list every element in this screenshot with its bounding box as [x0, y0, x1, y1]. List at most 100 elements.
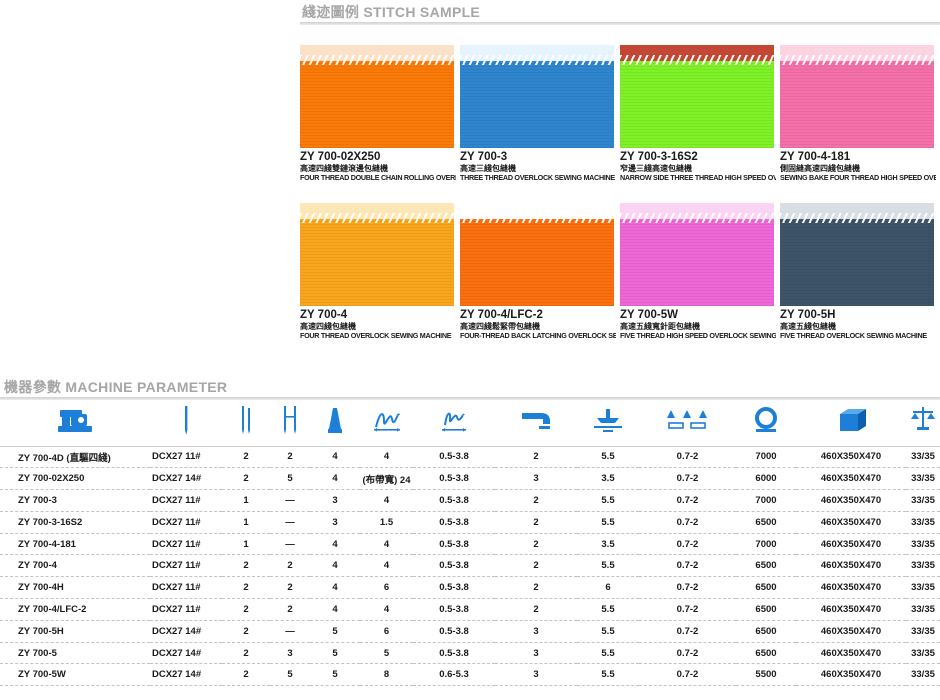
cell-stitch-length: 0.5-3.8: [413, 642, 495, 665]
differential-ratio-icon: [495, 400, 577, 447]
sample-en-label: SEWING BAKE FOUR THREAD HIGH SPEED OVERL…: [780, 174, 936, 182]
cell-model: ZY 700-4: [0, 554, 150, 578]
machine-parameter-section: 機器參數 MACHINE PARAMETER ZY 700-4D (直驅四綫) …: [0, 375, 940, 687]
cell-dimensions: 460X350X470: [796, 576, 906, 600]
cell-max-speed: 7000: [736, 489, 796, 512]
cell-feed-ratio: 0.7-2: [639, 533, 736, 556]
cell-model: ZY 700-4D (直驅四綫): [0, 446, 150, 469]
cell-thread-count: 4: [310, 446, 360, 469]
stitch-sample-card: ZY 700-3 高速三綫包縫機 THREE THREAD OVERLOCK SEW…: [460, 45, 616, 195]
cell-feed-ratio: 0.7-2: [639, 620, 736, 643]
cell-weight: 33/35: [906, 511, 940, 534]
cell-weight: 33/35: [906, 576, 940, 600]
cell-weight: 33/35: [906, 533, 940, 556]
stitch-sample-title: 綫迹圖例 STITCH SAMPLE: [302, 4, 481, 20]
cell-stitch-width: 6: [360, 576, 413, 600]
cell-max-speed: 6500: [736, 598, 796, 621]
cell-max-speed: 6000: [736, 467, 796, 491]
cell-dimensions: 460X350X470: [796, 620, 906, 643]
fabric-swatch-image: [300, 45, 454, 148]
cell-needle-count: 2: [222, 598, 270, 621]
cell-thread-count: 3: [310, 489, 360, 512]
cell-dimensions: 460X350X470: [796, 533, 906, 556]
cell-differential-ratio: 2: [495, 554, 577, 578]
sewing-machine-icon: [0, 400, 150, 447]
cell-needle-distance: 2: [270, 598, 310, 621]
sample-cn-label: 高速四綫鬆緊帶包縫機: [460, 322, 540, 331]
sample-en-label: FOUR-THREAD BACK LATCHING OVERLOCK SEWIN…: [460, 332, 616, 340]
cell-needle-type: DCX27 11#: [150, 511, 222, 534]
cell-needle-type: DCX27 14#: [150, 663, 222, 687]
cell-needle-count: 1: [222, 533, 270, 556]
cell-dimensions: 460X350X470: [796, 446, 906, 469]
cell-max-speed: 5500: [736, 663, 796, 687]
cell-dimensions: 460X350X470: [796, 554, 906, 578]
cell-max-speed: 6500: [736, 554, 796, 578]
cell-weight: 33/35: [906, 642, 940, 665]
parameter-row: ZY 700-5W DCX27 14# 2 5 5 8 0.6-5.3 3 5.5 0.7-2 55…: [0, 663, 940, 687]
cell-differential-ratio: 3: [495, 467, 577, 491]
cell-feed-ratio: 0.7-2: [639, 489, 736, 512]
cell-needle-distance: —: [270, 533, 310, 556]
cell-stitch-length: 0.5-3.8: [413, 576, 495, 600]
cell-differential-ratio: 2: [495, 489, 577, 512]
sample-en-label: THREE THREAD OVERLOCK SEWING MACHINE: [460, 174, 615, 182]
cell-weight: 33/35: [906, 620, 940, 643]
cell-stitch-width: 4: [360, 598, 413, 621]
max-speed-icon: [639, 400, 736, 447]
cell-differential-ratio: 2: [495, 576, 577, 600]
rpm-dial-icon: [736, 400, 796, 447]
fabric-swatch-image: [780, 45, 934, 148]
cell-thread-count: 5: [310, 642, 360, 665]
cell-model: ZY 700-02X250: [0, 467, 150, 491]
cell-max-speed: 7000: [736, 446, 796, 469]
cell-stitch-length: 0.5-3.8: [413, 446, 495, 469]
fabric-swatch-image: [620, 45, 774, 148]
cell-needle-type: DCX27 11#: [150, 533, 222, 556]
cell-differential-ratio: 3: [495, 620, 577, 643]
stitch-sample-card: ZY 700-5W 高速五綫寬針距包縫機 FIVE THREAD HIGH SPEE…: [620, 203, 776, 353]
cell-needle-distance: 5: [270, 467, 310, 491]
cell-weight: 33/35: [906, 554, 940, 578]
cell-needle-distance: 5: [270, 663, 310, 687]
cell-needle-distance: 2: [270, 446, 310, 469]
parameter-row: ZY 700-5H DCX27 14# 2—5 6 0.5-3.8 3 5.5 0.7-2 65…: [0, 620, 940, 643]
cell-needle-count: 2: [222, 576, 270, 600]
cell-max-speed: 7000: [736, 533, 796, 556]
cell-needle-distance: —: [270, 489, 310, 512]
stitch-sample-card: ZY 700-4 高速四綫包縫機 FOUR THREAD OVERLOCK SEWI…: [300, 203, 456, 353]
cell-needle-type: DCX27 14#: [150, 642, 222, 665]
cell-needle-distance: 2: [270, 576, 310, 600]
cell-presser-lift: 5.5: [577, 642, 639, 665]
sample-en-label: FOUR THREAD DOUBLE CHAIN ROLLING OVERLOC…: [300, 174, 456, 182]
cell-stitch-width: 1.5: [360, 511, 413, 534]
cell-needle-distance: —: [270, 511, 310, 534]
cell-model: ZY 700-3: [0, 489, 150, 512]
cell-model: ZY 700-5W: [0, 663, 150, 687]
cell-dimensions: 460X350X470: [796, 489, 906, 512]
cell-needle-type: DCX27 11#: [150, 576, 222, 600]
cell-dimensions: 460X350X470: [796, 467, 906, 491]
cell-stitch-width: 8: [360, 663, 413, 687]
cell-needle-count: 2: [222, 642, 270, 665]
sample-model-label: ZY 700-5W: [620, 309, 678, 321]
cell-feed-ratio: 0.7-2: [639, 642, 736, 665]
parameter-row: ZY 700-4D (直驅四綫) DCX27 11# 2 2 4 4 0.5-3.8 2 5.5…: [0, 446, 940, 469]
stitch-sample-section: 綫迹圖例 STITCH SAMPLE ZY 700-02X250 高速四綫雙鏈滾邊…: [300, 0, 940, 362]
sample-cn-label: 窄邊三綫高速包縫機: [620, 164, 692, 173]
sample-cn-label: 側固縫高速四綫包縫機: [780, 164, 860, 173]
cell-thread-count: 4: [310, 576, 360, 600]
parameter-row: ZY 700-3-16S2 DCX27 11# 1—3 1.5 0.5-3.8 2 5.5 0…: [0, 511, 940, 534]
cell-differential-ratio: 2: [495, 446, 577, 469]
dimension-box-icon: [796, 400, 906, 447]
cell-max-speed: 6500: [736, 620, 796, 643]
cell-stitch-length: 0.5-3.8: [413, 511, 495, 534]
sample-cn-label: 高速五綫寬針距包縫機: [620, 322, 700, 331]
cell-dimensions: 460X350X470: [796, 663, 906, 687]
parameter-table: ZY 700-4D (直驅四綫) DCX27 11# 2 2 4 4 0.5-3.8 2 5.5…: [0, 400, 940, 687]
cell-stitch-width: 4: [360, 489, 413, 512]
parameter-row: ZY 700-5 DCX27 14# 2 3 5 5 0.5-3.8 3 5.5 0.7-2 650…: [0, 642, 940, 665]
stitch-sample-card: ZY 700-3-16S2 窄邊三綫高速包縫機 NARROW SIDE THREE …: [620, 45, 776, 195]
sample-model-label: ZY 700-4-181: [780, 151, 851, 163]
parameter-row: ZY 700-02X250 DCX27 14# 2 5 4 (布帶寬) 24 0.5-3.8…: [0, 467, 940, 491]
